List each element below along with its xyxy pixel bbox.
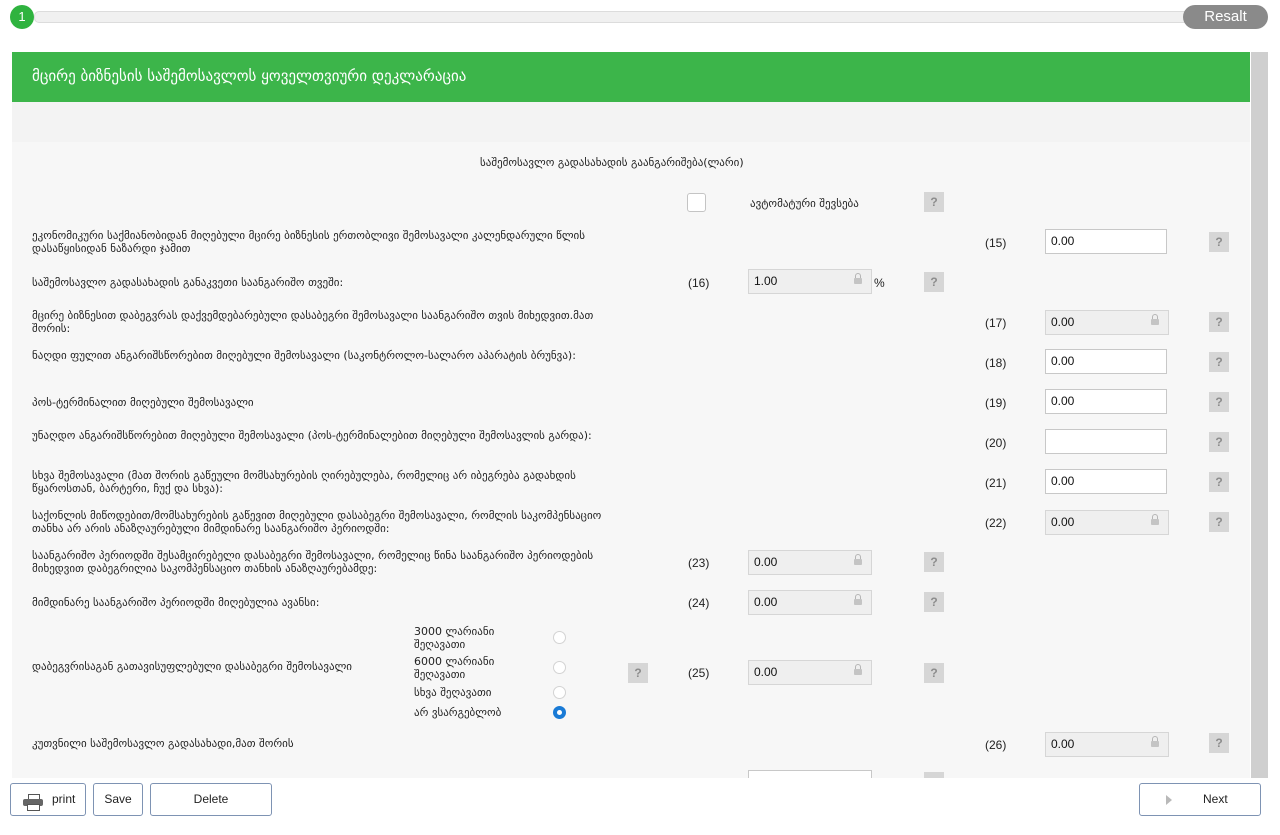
row-22-input[interactable]: 0.00: [1045, 510, 1169, 535]
row-26-code: (26): [985, 738, 1007, 752]
row-17-value: 0.00: [1051, 315, 1075, 329]
help-icon[interactable]: ?: [924, 592, 944, 612]
row-21-input[interactable]: 0.00: [1045, 469, 1167, 494]
progress-track: [34, 11, 1196, 23]
step-indicator: 1: [10, 5, 34, 29]
row-22-value: 0.00: [1051, 515, 1075, 529]
help-icon[interactable]: ?: [1209, 472, 1229, 492]
row-20-input[interactable]: [1045, 429, 1167, 454]
help-icon[interactable]: ?: [628, 663, 648, 683]
help-icon[interactable]: ?: [1209, 352, 1229, 372]
row-25-label: დაბეგვრისაგან გათავისუფლებული დასაბეგრი …: [32, 660, 352, 673]
row-23-label: საანგარიშო პერიოდში შესამცირებელი დასაბე…: [32, 549, 594, 575]
row-15-input[interactable]: 0.00: [1045, 229, 1167, 254]
row-20-code: (20): [985, 436, 1007, 450]
save-button[interactable]: Save: [93, 783, 143, 816]
help-icon[interactable]: ?: [1209, 733, 1229, 753]
next-label: Next: [1203, 792, 1228, 806]
exemption-radio-none[interactable]: [553, 706, 566, 719]
exemption-option-label: 6000 ლარიანი შეღავათი: [414, 655, 495, 681]
print-button[interactable]: print: [10, 783, 86, 816]
row-26-value: 0.00: [1051, 737, 1075, 751]
row-16-value: 1.00: [754, 274, 778, 288]
exemption-option-label: 3000 ლარიანი შეღავათი: [414, 625, 495, 651]
help-icon[interactable]: ?: [1209, 312, 1229, 332]
row-23-code: (23): [688, 556, 710, 570]
exemption-option-label: სხვა შეღავათი: [414, 686, 492, 699]
printer-icon: [23, 794, 43, 811]
row-24-value: 0.00: [754, 595, 778, 609]
autofill-checkbox[interactable]: [687, 193, 706, 212]
row-18-input[interactable]: 0.00: [1045, 349, 1167, 374]
row-22-code: (22): [985, 516, 1007, 530]
row-18-code: (18): [985, 356, 1007, 370]
row-24-input[interactable]: 0.00: [748, 590, 872, 615]
help-icon[interactable]: ?: [924, 663, 944, 683]
delete-button[interactable]: Delete: [150, 783, 272, 816]
row-19-code: (19): [985, 396, 1007, 410]
row-21-code: (21): [985, 476, 1007, 490]
help-icon[interactable]: [924, 772, 944, 778]
help-icon[interactable]: ?: [924, 192, 944, 212]
next-row-input-partial[interactable]: [748, 770, 872, 778]
row-17-code: (17): [985, 316, 1007, 330]
row-23-value: 0.00: [754, 555, 778, 569]
help-icon[interactable]: ?: [1209, 432, 1229, 452]
help-icon[interactable]: ?: [1209, 392, 1229, 412]
lock-icon: [1151, 314, 1159, 327]
exemption-radio-other[interactable]: [553, 686, 566, 699]
row-19-label: პოს-ტერმინალით მიღებული შემოსავალი: [32, 396, 254, 409]
lock-icon: [854, 554, 862, 567]
row-24-code: (24): [688, 596, 710, 610]
row-25-value: 0.00: [754, 665, 778, 679]
exemption-option-label: არ ვსარგებლობ: [414, 706, 502, 719]
row-26-input[interactable]: 0.00: [1045, 732, 1169, 757]
row-21-label: სხვა შემოსავალი (მათ შორის გაწეული მომსა…: [32, 469, 576, 495]
print-label: print: [52, 792, 76, 806]
play-icon: [1166, 795, 1172, 805]
vertical-scrollbar[interactable]: [1251, 52, 1268, 778]
help-icon[interactable]: ?: [1209, 232, 1229, 252]
exemption-radio-6000[interactable]: [553, 661, 566, 674]
exemption-radio-3000[interactable]: [553, 631, 566, 644]
row-16-input[interactable]: 1.00: [748, 269, 872, 294]
percent-sign: %: [874, 276, 885, 290]
next-button[interactable]: Next: [1139, 783, 1261, 816]
result-button[interactable]: Resalt: [1183, 5, 1268, 29]
page-title: მცირე ბიზნესის საშემოსავლოს ყოველთვიური …: [32, 67, 467, 85]
help-icon[interactable]: ?: [924, 272, 944, 292]
row-24-label: მიმდინარე საანგარიშო პერიოდში მიღებულია …: [32, 596, 320, 609]
row-15-code: (15): [985, 236, 1007, 250]
help-icon[interactable]: ?: [924, 552, 944, 572]
row-23-input[interactable]: 0.00: [748, 550, 872, 575]
row-19-input[interactable]: 0.00: [1045, 389, 1167, 414]
row-18-label: ნაღდი ფულით ანგარიშსწორებით მიღებული შემ…: [32, 349, 576, 362]
autofill-label: ავტომატური შევსება: [750, 197, 859, 210]
row-16-code: (16): [688, 276, 710, 290]
row-17-label: მცირე ბიზნესით დაბეგვრას დაქვემდებარებულ…: [32, 309, 594, 335]
panel-header: მცირე ბიზნესის საშემოსავლოს ყოველთვიური …: [12, 52, 1250, 102]
row-20-label: უნაღდო ანგარიშსწორებით მიღებული შემოსავა…: [32, 429, 592, 442]
lock-icon: [1151, 736, 1159, 749]
row-25-code: (25): [688, 666, 710, 680]
row-22-label: საქონლის მიწოდებით/მომსახურების გაწევით …: [32, 509, 602, 535]
row-25-input[interactable]: 0.00: [748, 660, 872, 685]
row-15-label: ეკონომიკური საქმიანობიდან მიღებული მცირე…: [32, 229, 585, 255]
lock-icon: [854, 664, 862, 677]
lock-icon: [854, 594, 862, 607]
help-icon[interactable]: ?: [1209, 512, 1229, 532]
lock-icon: [854, 273, 862, 286]
section-title: საშემოსავლო გადასახადის გაანგარიშება(ლარ…: [480, 156, 744, 169]
lock-icon: [1151, 514, 1159, 527]
row-26-label: კუთვნილი საშემოსავლო გადასახადი,მათ შორი…: [32, 737, 294, 750]
row-16-label: საშემოსავლო გადასახადის განაკვეთი საანგა…: [32, 276, 344, 289]
row-17-input[interactable]: 0.00: [1045, 310, 1169, 335]
